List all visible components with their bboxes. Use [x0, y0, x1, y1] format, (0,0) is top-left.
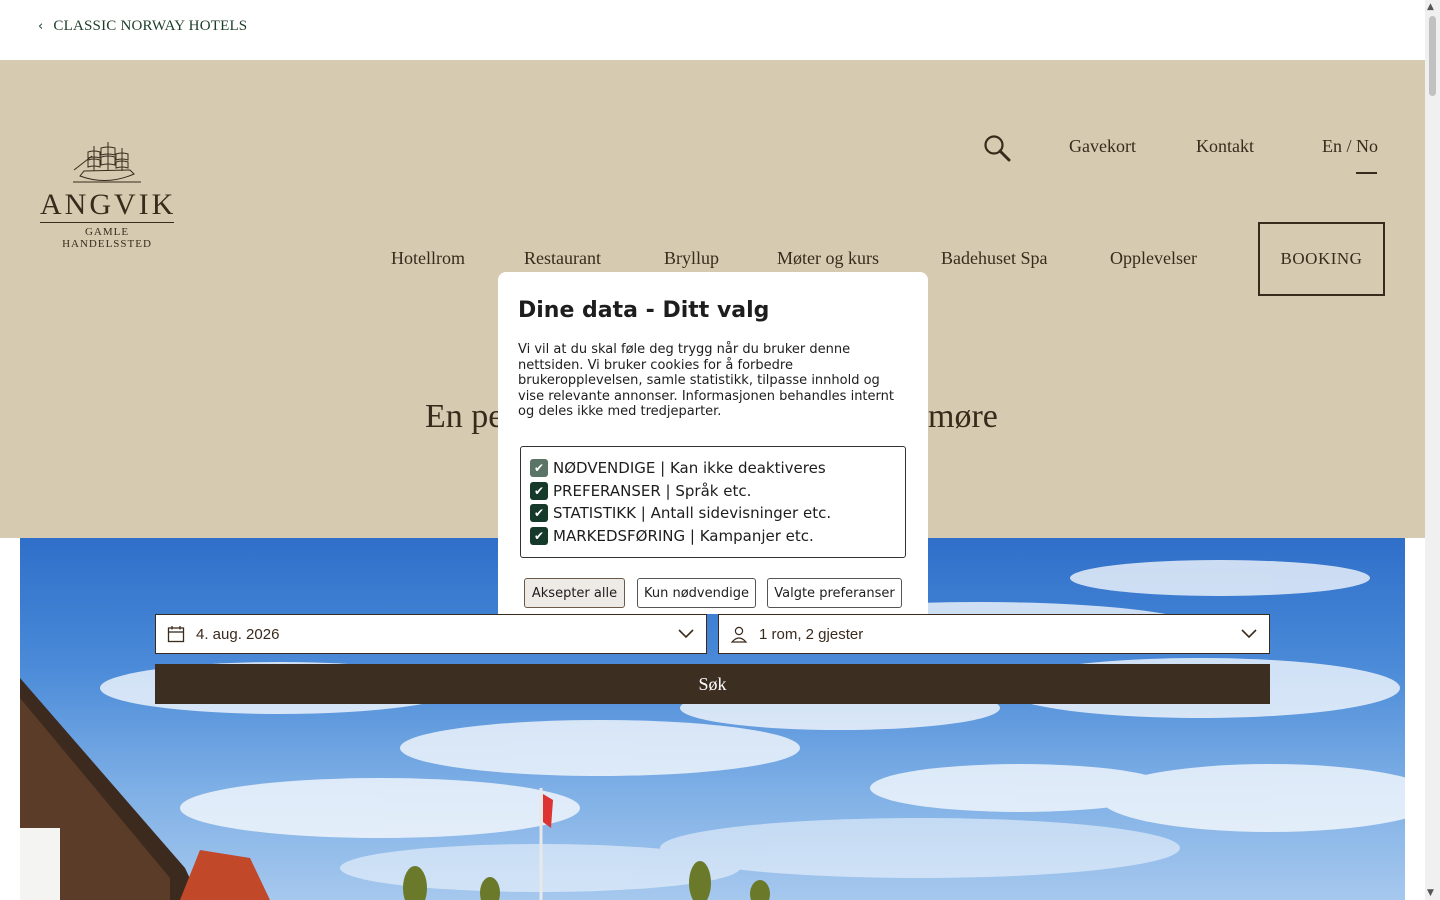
nav-bryllup[interactable]: Bryllup	[664, 248, 719, 269]
contact-link[interactable]: Kontakt	[1196, 136, 1254, 157]
chevron-down-icon	[1229, 629, 1269, 639]
calendar-icon	[156, 625, 196, 643]
cookie-dialog-title: Dine data - Ditt valg	[518, 298, 770, 323]
pref-necessary-label: NØDVENDIGE | Kan ikke deaktiveres	[553, 459, 826, 478]
pref-marketing-label: MARKEDSFØRING | Kampanjer etc.	[553, 526, 814, 545]
pref-statistics-label: STATISTIKK | Antall sidevisninger etc.	[553, 504, 832, 523]
check-icon[interactable]: ✔	[530, 481, 548, 500]
date-picker[interactable]: 4. aug. 2026	[155, 614, 707, 654]
cookie-dialog-body: Vi vil at du skal føle deg trygg når du …	[518, 342, 894, 419]
selected-preferences-button[interactable]: Valgte preferanser	[767, 578, 902, 608]
nav-restaurant[interactable]: Restaurant	[524, 248, 601, 269]
scrollbar-thumb[interactable]	[1429, 16, 1436, 96]
pref-preferences[interactable]: ✔ PREFERANSER | Språk etc.	[530, 480, 896, 503]
logo-divider	[40, 222, 174, 223]
logo-name: ANGVIK	[40, 188, 177, 221]
cookie-preferences: ✔ NØDVENDIGE | Kan ikke deaktiveres ✔ PR…	[520, 446, 906, 558]
accept-all-button[interactable]: Aksepter alle	[524, 578, 625, 608]
check-icon: ✔	[530, 459, 548, 478]
gift-card-link[interactable]: Gavekort	[1069, 136, 1136, 157]
angvik-logo[interactable]: ANGVIK GAMLE HANDELSSTED	[40, 140, 174, 250]
person-icon	[719, 625, 759, 643]
chevron-down-icon	[666, 629, 706, 639]
language-active-underline	[1356, 172, 1377, 174]
guests-value: 1 rom, 2 gjester	[759, 625, 864, 643]
top-bar: ‹ CLASSIC NORWAY HOTELS	[0, 0, 1425, 60]
nav-moter-og-kurs[interactable]: Møter og kurs	[777, 248, 879, 269]
back-to-classic-norway-link[interactable]: ‹ CLASSIC NORWAY HOTELS	[38, 18, 247, 35]
ship-icon	[73, 142, 141, 183]
search-button[interactable]	[983, 134, 1011, 167]
logo-subtitle: GAMLE HANDELSSTED	[62, 226, 152, 250]
guests-selector[interactable]: 1 rom, 2 gjester	[718, 614, 1270, 654]
chevron-left-icon: ‹	[38, 19, 44, 34]
search-icon	[984, 135, 1011, 162]
pref-preferences-label: PREFERANSER | Språk etc.	[553, 481, 752, 500]
tagline-start: En pe	[425, 398, 504, 435]
only-necessary-button[interactable]: Kun nødvendige	[637, 578, 756, 608]
pref-marketing[interactable]: ✔ MARKEDSFØRING | Kampanjer etc.	[530, 525, 896, 548]
search-submit-button[interactable]: Søk	[155, 664, 1270, 704]
scroll-up-icon[interactable]: ▲	[1427, 2, 1434, 12]
nav-hotellrom[interactable]: Hotellrom	[391, 248, 465, 269]
language-switcher[interactable]: En / No	[1322, 136, 1378, 157]
nav-opplevelser[interactable]: Opplevelser	[1110, 248, 1197, 269]
check-icon[interactable]: ✔	[530, 526, 548, 545]
check-icon[interactable]: ✔	[530, 504, 548, 523]
booking-button[interactable]: BOOKING	[1258, 222, 1385, 296]
pref-statistics[interactable]: ✔ STATISTIKK | Antall sidevisninger etc.	[530, 502, 896, 525]
page-scrollbar[interactable]: ▲ ▼	[1425, 0, 1440, 900]
pref-necessary: ✔ NØDVENDIGE | Kan ikke deaktiveres	[530, 457, 896, 480]
scroll-down-icon[interactable]: ▼	[1427, 888, 1434, 898]
date-value: 4. aug. 2026	[196, 625, 280, 643]
back-link-label: CLASSIC NORWAY HOTELS	[53, 18, 248, 34]
cookie-consent-dialog: Dine data - Ditt valg Vi vil at du skal …	[498, 272, 928, 614]
tagline-end: møre	[928, 398, 998, 435]
nav-badehuset-spa[interactable]: Badehuset Spa	[941, 248, 1047, 269]
